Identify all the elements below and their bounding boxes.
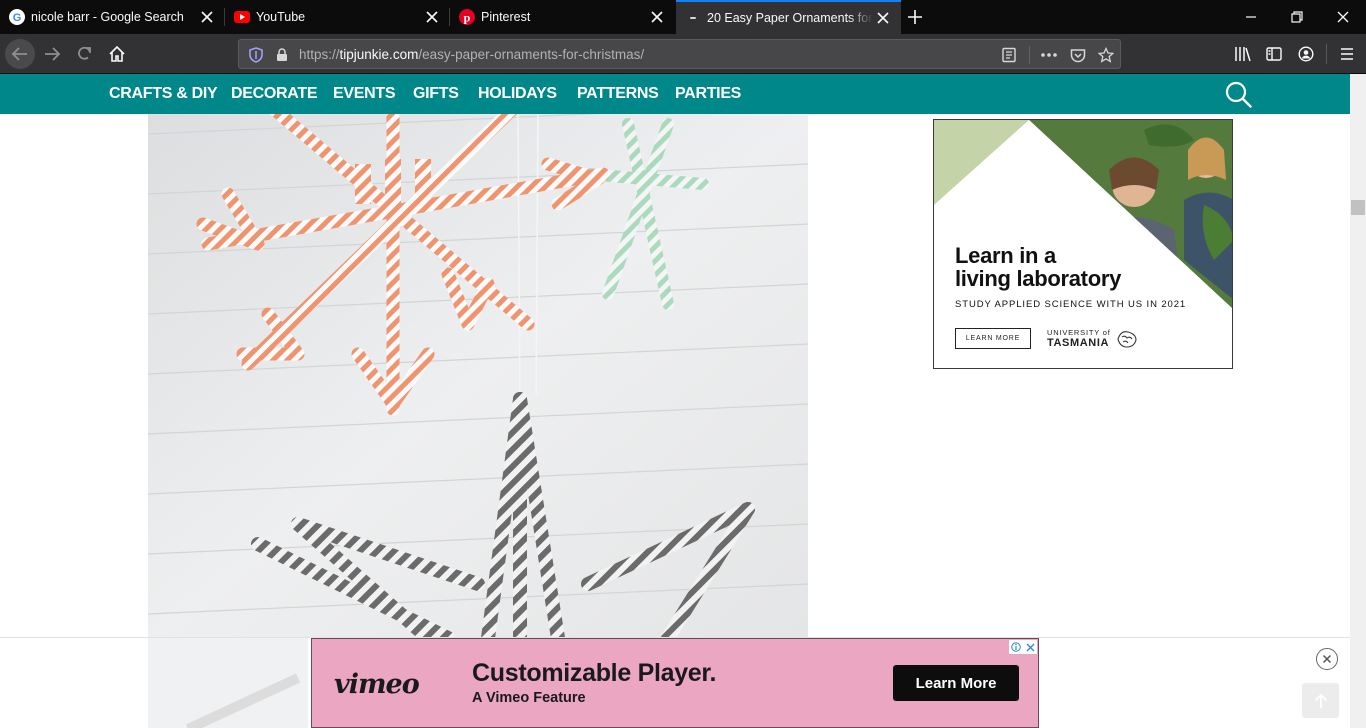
forward-button[interactable] <box>37 39 67 69</box>
url-text: https://tipjunkie.com/easy-paper-ornamen… <box>299 47 644 62</box>
university-crest-icon <box>1117 331 1137 348</box>
loading-icon <box>685 10 701 26</box>
search-icon[interactable] <box>1225 81 1252 108</box>
address-bar[interactable]: https://tipjunkie.com/easy-paper-ornamen… <box>238 39 1121 69</box>
page-actions-icon[interactable] <box>1039 45 1059 65</box>
reload-icon[interactable] <box>70 39 100 69</box>
tab-paper-ornaments[interactable]: 20 Easy Paper Ornaments for Ch <box>676 0 901 34</box>
tab-title: 20 Easy Paper Ornaments for Ch <box>707 11 873 25</box>
close-ad-icon[interactable] <box>1316 648 1338 670</box>
learn-more-button[interactable]: Learn More <box>893 665 1019 701</box>
shield-icon[interactable] <box>246 45 266 65</box>
close-tab-icon[interactable] <box>873 8 893 28</box>
ad-subline: STUDY APPLIED SCIENCE WITH US IN 2021 <box>955 299 1187 310</box>
article-hero-image <box>148 114 808 638</box>
ad-subline: A Vimeo Feature <box>472 690 586 706</box>
sidebar-icon[interactable] <box>1259 39 1289 69</box>
page-scrollbar-thumb[interactable] <box>1351 200 1365 215</box>
nav-patterns[interactable]: PATTERNS <box>577 85 659 103</box>
tab-youtube[interactable]: YouTube <box>225 0 450 34</box>
tab-title: nicole barr - Google Search <box>31 10 184 24</box>
youtube-icon <box>234 9 250 25</box>
ad-headline: Learn in a living laboratory <box>955 244 1121 290</box>
close-tab-icon[interactable] <box>197 7 217 27</box>
browser-tab-bar: G nicole barr - Google Search YouTube p … <box>0 0 1366 34</box>
minimize-button[interactable] <box>1228 0 1274 34</box>
nav-gifts[interactable]: GIFTS <box>413 85 459 103</box>
scroll-to-top-button[interactable] <box>1302 683 1339 718</box>
ad-headline-line1: Learn in a <box>955 243 1056 268</box>
home-button[interactable] <box>102 39 132 69</box>
hero-image-peek <box>148 638 308 728</box>
close-tab-icon[interactable] <box>422 7 442 27</box>
sidebar-advertisement[interactable]: Learn in a living laboratory STUDY APPLI… <box>933 119 1233 369</box>
svg-text:G: G <box>13 12 22 24</box>
tab-pinterest[interactable]: p Pinterest <box>450 0 675 34</box>
toolbar-divider <box>1326 44 1327 64</box>
restore-button[interactable] <box>1274 0 1320 34</box>
back-button[interactable] <box>5 39 35 69</box>
arrow-up-icon <box>1314 693 1327 708</box>
nav-decorate[interactable]: DECORATE <box>231 85 318 103</box>
account-icon[interactable] <box>1291 39 1321 69</box>
new-tab-button[interactable] <box>903 5 927 29</box>
vimeo-advertisement[interactable]: vimeo Customizable Player. A Vimeo Featu… <box>311 638 1039 728</box>
url-scheme: https:// <box>299 47 340 62</box>
svg-text:p: p <box>464 11 471 25</box>
site-navigation: CRAFTS & DIY DECORATE EVENTS GIFTS HOLID… <box>0 74 1350 114</box>
ad-headline-line2: living laboratory <box>955 266 1122 291</box>
university-name-line1: UNIVERSITY of <box>1047 328 1111 337</box>
nav-holidays[interactable]: HOLIDAYS <box>478 85 557 103</box>
nav-events[interactable]: EVENTS <box>333 85 396 103</box>
library-icon[interactable] <box>1228 39 1258 69</box>
nav-crafts-diy[interactable]: CRAFTS & DIY <box>109 85 218 103</box>
close-window-button[interactable] <box>1320 0 1366 34</box>
university-name-line2: TASMANIA <box>1047 337 1110 349</box>
pinterest-icon: p <box>459 9 475 25</box>
bookmark-star-icon[interactable] <box>1096 45 1116 65</box>
tab-title: Pinterest <box>481 10 531 24</box>
reader-view-icon[interactable] <box>999 45 1019 65</box>
adchoices-icon[interactable] <box>1009 640 1037 654</box>
url-path: /easy-paper-ornaments-for-christmas/ <box>418 47 645 62</box>
tab-title: YouTube <box>256 10 306 24</box>
google-icon: G <box>9 9 25 25</box>
page-scrollbar-track[interactable] <box>1350 74 1366 728</box>
nav-parties[interactable]: PARTIES <box>675 85 741 103</box>
lock-icon[interactable] <box>272 45 292 65</box>
pocket-icon[interactable] <box>1068 45 1088 65</box>
url-domain: tipjunkie.com <box>339 47 419 62</box>
vimeo-logo: vimeo <box>334 669 420 700</box>
ad-headline: Customizable Player. <box>472 659 717 687</box>
ad-learn-more-button[interactable]: LEARN MORE <box>955 328 1031 349</box>
menu-icon[interactable] <box>1332 39 1362 69</box>
close-tab-icon[interactable] <box>647 7 667 27</box>
tab-google-search[interactable]: G nicole barr - Google Search <box>0 0 225 34</box>
urlbar-divider <box>1029 46 1030 64</box>
browser-toolbar: https://tipjunkie.com/easy-paper-ornamen… <box>0 34 1366 74</box>
